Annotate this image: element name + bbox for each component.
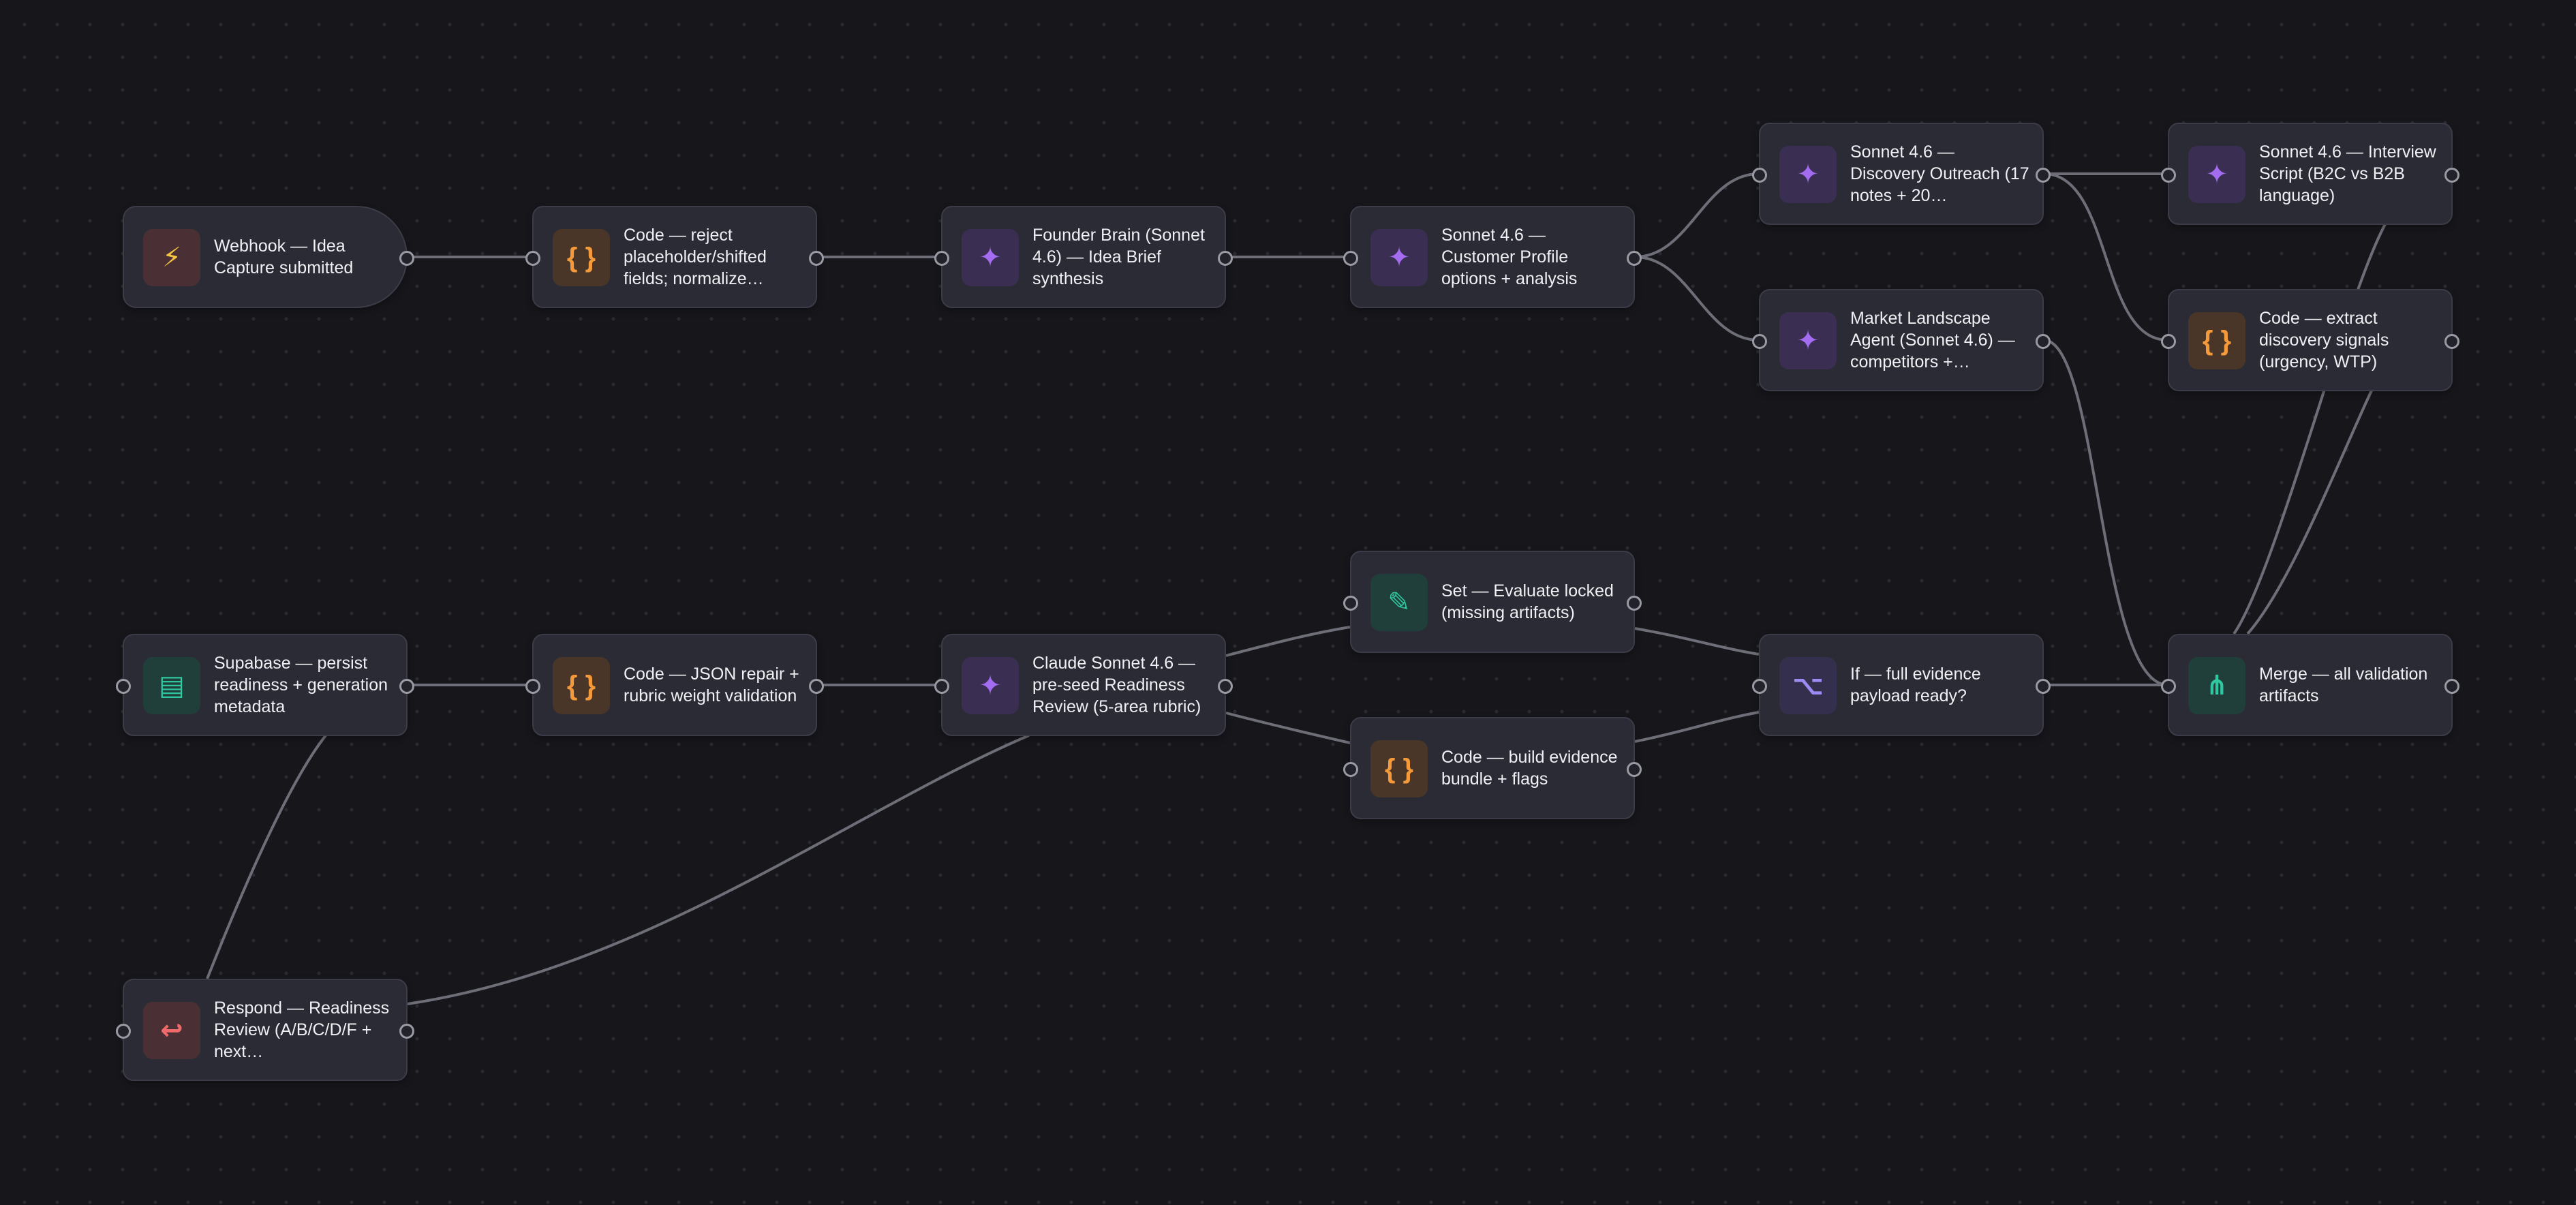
return-arrow-icon: ↩: [143, 1002, 200, 1059]
sparkle-icon: ✦: [1779, 312, 1837, 369]
node-code-reject[interactable]: { } Code — reject placeholder/shifted fi…: [525, 206, 824, 308]
node-label: Set — Evaluate locked (missing artifacts…: [1441, 581, 1614, 622]
output-port[interactable]: [1627, 762, 1642, 777]
node-label: Code — extract discovery signals (urgenc…: [2259, 309, 2389, 371]
output-port[interactable]: [2444, 334, 2459, 349]
sparkle-icon: ✦: [1779, 146, 1837, 203]
workflow-canvas[interactable]: ⚡ Webhook — Idea Capture submitted { } C…: [0, 0, 2576, 1205]
node-label: Merge — all validation artifacts: [2259, 665, 2428, 705]
node-supabase[interactable]: ▤ Supabase — persist readiness + generat…: [116, 634, 414, 736]
output-port[interactable]: [2444, 679, 2459, 694]
node-set-locked[interactable]: ✎ Set — Evaluate locked (missing artifac…: [1343, 551, 1642, 653]
sparkle-icon: ✦: [962, 229, 1019, 286]
node-label: Sonnet 4.6 — Customer Profile options + …: [1441, 226, 1578, 288]
node-readiness-review[interactable]: ✦ Claude Sonnet 4.6 — pre-seed Readiness…: [934, 634, 1233, 736]
database-icon: ▤: [143, 657, 200, 714]
node-label: Market Landscape Agent (Sonnet 4.6) — co…: [1850, 309, 2015, 371]
code-braces-icon: { }: [2188, 312, 2245, 369]
node-webhook[interactable]: ⚡ Webhook — Idea Capture submitted: [123, 206, 414, 308]
edge-discovery-outreach-to-extract-signals: [2043, 172, 2168, 341]
node-label: Sonnet 4.6 — Interview Script (B2C vs B2…: [2259, 142, 2436, 205]
code-braces-icon: { }: [553, 229, 610, 286]
node-label: Code — build evidence bundle + flags: [1441, 748, 1618, 789]
input-port[interactable]: [116, 679, 131, 694]
branch-icon: ⌥: [1779, 657, 1837, 714]
output-port[interactable]: [1218, 251, 1233, 266]
lightning-icon: ⚡: [143, 229, 200, 286]
output-port[interactable]: [399, 1024, 414, 1039]
node-merge[interactable]: ⋔ Merge — all validation artifacts: [2161, 634, 2459, 736]
node-label: Claude Sonnet 4.6 — pre-seed Readiness R…: [1032, 654, 1201, 716]
input-port[interactable]: [1343, 596, 1358, 611]
output-port[interactable]: [2036, 168, 2051, 183]
code-braces-icon: { }: [1370, 740, 1428, 797]
output-port[interactable]: [1218, 679, 1233, 694]
output-port[interactable]: [399, 251, 414, 266]
node-label: If — full evidence payload ready?: [1850, 665, 1981, 705]
input-port[interactable]: [525, 251, 540, 266]
output-port[interactable]: [1627, 251, 1642, 266]
edge-build-bundle-to-if-ready: [1634, 711, 1760, 743]
edge-market-landscape-to-merge: [2043, 339, 2168, 686]
input-port[interactable]: [2161, 679, 2176, 694]
sparkle-icon: ✦: [1370, 229, 1428, 286]
edge-extract-signals-to-merge: [2246, 390, 2373, 635]
node-extract-signals[interactable]: { } Code — extract discovery signals (ur…: [2161, 289, 2459, 391]
node-customer-profile[interactable]: ✦ Sonnet 4.6 — Customer Profile options …: [1343, 206, 1642, 308]
node-respond[interactable]: ↩ Respond — Readiness Review (A/B/C/D/F …: [116, 979, 414, 1081]
input-port[interactable]: [525, 679, 540, 694]
node-json-repair[interactable]: { } Code — JSON repair + rubric weight v…: [525, 634, 824, 736]
output-port[interactable]: [2036, 679, 2051, 694]
output-port[interactable]: [809, 251, 824, 266]
node-label: Sonnet 4.6 — Discovery Outreach (17 note…: [1850, 142, 2029, 205]
node-label: Code — JSON repair + rubric weight valid…: [624, 665, 799, 705]
node-label: Webhook — Idea Capture submitted: [214, 237, 354, 277]
node-interview-script[interactable]: ✦ Sonnet 4.6 — Interview Script (B2C vs …: [2161, 123, 2459, 225]
node-discovery-outreach[interactable]: ✦ Sonnet 4.6 — Discovery Outreach (17 no…: [1752, 123, 2051, 225]
input-port[interactable]: [934, 679, 949, 694]
input-port[interactable]: [934, 251, 949, 266]
node-build-bundle[interactable]: { } Code — build evidence bundle + flags: [1343, 717, 1642, 819]
input-port[interactable]: [1752, 334, 1767, 349]
pencil-icon: ✎: [1370, 574, 1428, 631]
edge-customer-profile-to-discovery-outreach: [1634, 172, 1760, 258]
node-if-ready[interactable]: ⌥ If — full evidence payload ready?: [1752, 634, 2051, 736]
edge-respond-to-readiness-review: [407, 734, 1030, 1005]
edge-customer-profile-to-market-landscape: [1634, 256, 1760, 341]
input-port[interactable]: [116, 1024, 131, 1039]
edge-readiness-review-to-set-locked: [1225, 626, 1351, 657]
edge-readiness-review-to-build-bundle: [1225, 712, 1351, 744]
node-label: Code — reject placeholder/shifted fields…: [624, 226, 767, 288]
sparkle-icon: ✦: [2188, 146, 2245, 203]
output-port[interactable]: [2444, 168, 2459, 183]
edge-interview-script-to-merge: [2233, 224, 2387, 635]
node-founder-brain[interactable]: ✦ Founder Brain (Sonnet 4.6) — Idea Brie…: [934, 206, 1233, 308]
edge-supabase-to-respond: [206, 734, 327, 979]
input-port[interactable]: [1343, 762, 1358, 777]
input-port[interactable]: [1752, 168, 1767, 183]
code-braces-icon: { }: [553, 657, 610, 714]
node-label: Respond — Readiness Review (A/B/C/D/F + …: [214, 998, 390, 1061]
input-port[interactable]: [1752, 679, 1767, 694]
node-label: Founder Brain (Sonnet 4.6) — Idea Brief …: [1032, 226, 1205, 288]
node-market-landscape[interactable]: ✦ Market Landscape Agent (Sonnet 4.6) — …: [1752, 289, 2051, 391]
output-port[interactable]: [1627, 596, 1642, 611]
edge-set-locked-to-if-ready: [1634, 627, 1760, 656]
output-port[interactable]: [2036, 334, 2051, 349]
input-port[interactable]: [2161, 168, 2176, 183]
output-port[interactable]: [399, 679, 414, 694]
input-port[interactable]: [1343, 251, 1358, 266]
sparkle-icon: ✦: [962, 657, 1019, 714]
output-port[interactable]: [809, 679, 824, 694]
merge-icon: ⋔: [2188, 657, 2245, 714]
input-port[interactable]: [2161, 334, 2176, 349]
node-label: Supabase — persist readiness + generatio…: [214, 654, 388, 716]
